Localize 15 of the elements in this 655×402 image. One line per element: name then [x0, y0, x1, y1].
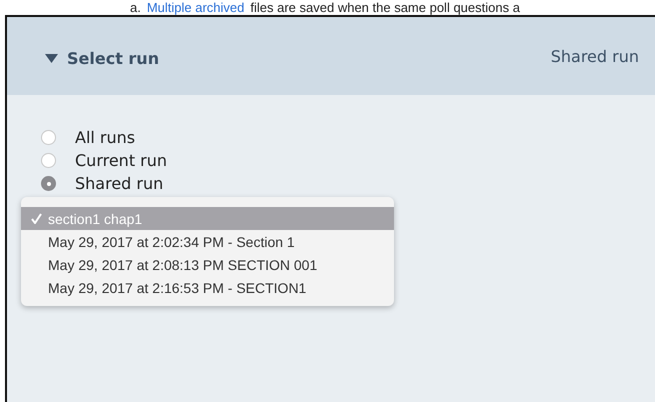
radio-button[interactable]	[41, 176, 56, 191]
radio-label: All runs	[75, 128, 136, 147]
note-text: files are saved when the same poll questions a	[250, 0, 520, 15]
radio-label: Current run	[75, 151, 168, 170]
menu-item[interactable]: May 29, 2017 at 2:16:53 PM - SECTION1	[21, 276, 394, 299]
panel-toggle[interactable]: Select run	[45, 48, 160, 68]
list-marker: a.	[130, 0, 141, 15]
link[interactable]: Multiple archived	[146, 0, 244, 15]
radio-button[interactable]	[41, 130, 56, 145]
menu-item[interactable]: May 29, 2017 at 2:08:13 PM SECTION 001	[21, 253, 394, 276]
radio-label: Shared run	[75, 174, 164, 193]
radio-button[interactable]	[41, 153, 56, 168]
menu-item[interactable]: May 29, 2017 at 2:02:34 PM - Section 1	[21, 230, 394, 253]
current-selection: Shared run	[550, 46, 639, 66]
checkmark-icon	[31, 213, 42, 224]
